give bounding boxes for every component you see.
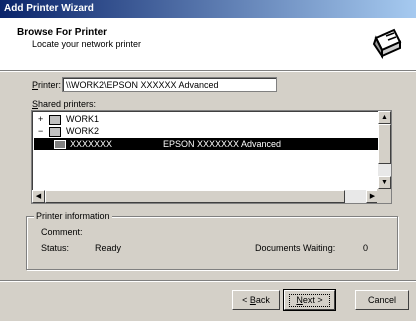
tree-item-comment: EPSON XXXXXXX Advanced — [163, 139, 282, 149]
footer-separator — [0, 280, 416, 282]
tree-item-printer-selected[interactable]: XXXXXXX EPSON XXXXXXX Advanced — [34, 138, 378, 150]
header-title: Browse For Printer — [17, 27, 108, 38]
shared-printers-label-rest: hared printers: — [38, 99, 97, 109]
shared-printers-label: Shared printers: — [32, 99, 96, 109]
vertical-scrollbar[interactable]: ▲ ▼ — [378, 111, 391, 189]
window-title: Add Printer Wizard — [0, 0, 416, 18]
scrollbar-corner — [377, 189, 391, 203]
back-button-prefix: < — [242, 295, 250, 305]
scroll-up-arrow-icon[interactable]: ▲ — [378, 111, 391, 124]
status-value: Ready — [95, 243, 122, 253]
next-button-rest: ext > — [302, 295, 323, 305]
wizard-header: Browse For Printer Locate your network p… — [0, 18, 416, 71]
horizontal-scroll-thumb[interactable] — [45, 190, 345, 203]
comment-label: Comment: — [41, 227, 83, 237]
tree-item-label: WORK2 — [66, 126, 100, 136]
printer-label: Printer: — [32, 80, 61, 90]
computer-icon — [48, 126, 61, 137]
collapse-icon[interactable]: − — [38, 125, 46, 137]
shared-printers-tree[interactable]: + WORK1 − WORK2 XXXXXXX EPSON XXXXXXX Ad… — [31, 110, 392, 204]
cancel-button[interactable]: Cancel — [355, 290, 409, 310]
tree-item-label: WORK1 — [66, 114, 100, 124]
printer-information-group: Printer information Comment: Status: Rea… — [26, 211, 398, 270]
status-label: Status: — [41, 243, 70, 253]
printer-icon — [372, 28, 402, 60]
header-subtitle: Locate your network printer — [32, 39, 142, 49]
expand-icon[interactable]: + — [38, 113, 46, 125]
group-legend: Printer information — [34, 211, 112, 221]
tree-item-work2[interactable]: − WORK2 — [38, 125, 99, 137]
back-button-rest: ack — [255, 295, 270, 305]
back-button[interactable]: < Back — [232, 290, 280, 310]
tree-item-work1[interactable]: + WORK1 — [38, 113, 99, 125]
printer-path-input[interactable] — [62, 77, 277, 92]
documents-waiting-value: 0 — [363, 243, 369, 253]
computer-icon — [48, 114, 61, 125]
horizontal-scrollbar[interactable]: ◀ ▶ — [32, 190, 379, 203]
printer-label-rest: rinter: — [38, 80, 62, 90]
documents-waiting-label: Documents Waiting: — [255, 243, 336, 253]
tree-item-label: XXXXXXX — [70, 139, 113, 149]
next-button[interactable]: Next > — [283, 289, 336, 311]
printer-icon — [54, 140, 66, 149]
scroll-down-arrow-icon[interactable]: ▼ — [378, 176, 391, 189]
add-printer-wizard-window: Add Printer Wizard Browse For Printer Lo… — [0, 0, 416, 321]
vertical-scroll-thumb[interactable] — [378, 124, 391, 164]
scroll-left-arrow-icon[interactable]: ◀ — [32, 190, 45, 203]
